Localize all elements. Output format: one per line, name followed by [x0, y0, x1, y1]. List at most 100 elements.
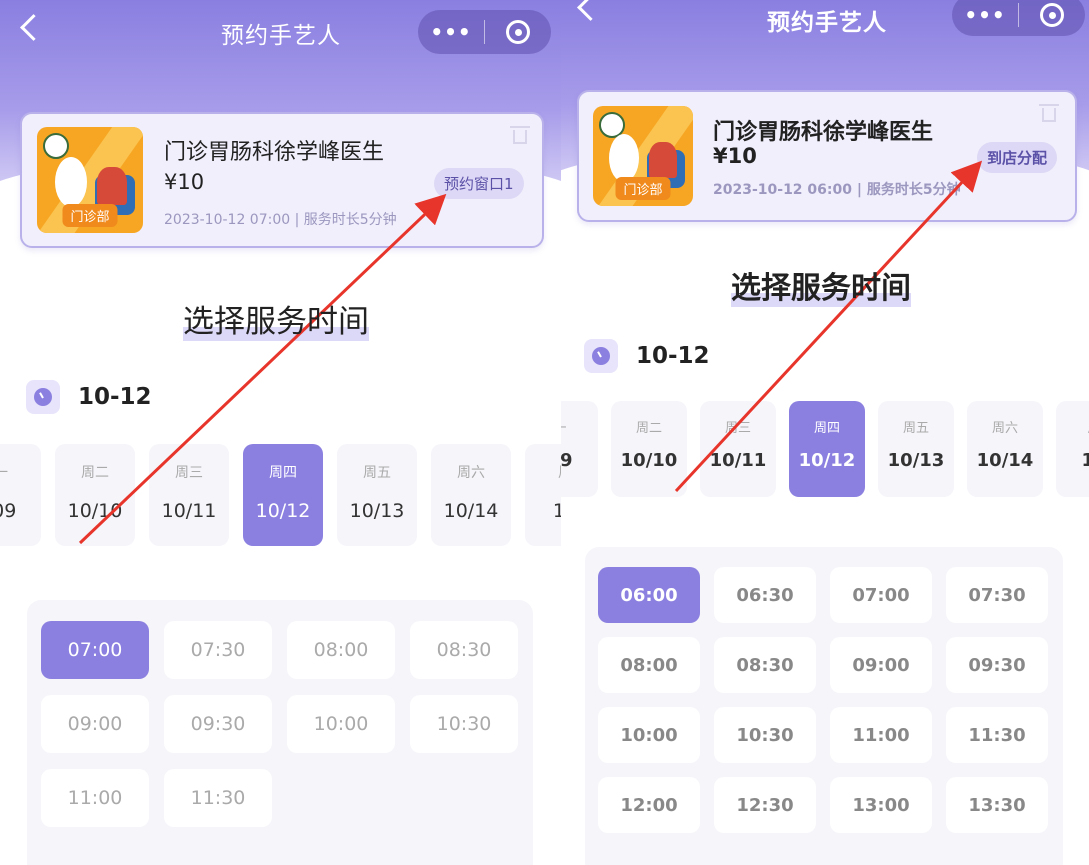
time-slot[interactable]: 08:00 [598, 637, 700, 693]
mini-program-capsule: ••• [418, 10, 551, 54]
time-slot[interactable]: 11:00 [830, 707, 932, 763]
time-slot[interactable]: 06:30 [714, 567, 816, 623]
day-weekday: 周五 [363, 465, 391, 481]
time-slot[interactable]: 09:30 [946, 637, 1048, 693]
screen-left: 预约手艺人 ••• 门诊部 门诊胃肠科徐学峰医生 ¥10 2023-10-12 … [0, 0, 561, 865]
day-date: 10 [552, 500, 561, 522]
day-1[interactable]: 周二 10/10 [611, 401, 687, 497]
close-program-icon[interactable] [1019, 3, 1085, 27]
time-slot[interactable]: 07:00 [41, 621, 149, 679]
time-slot[interactable]: 12:30 [714, 777, 816, 833]
time-slot[interactable]: 13:00 [830, 777, 932, 833]
clock-icon [584, 339, 618, 373]
hospital-logo [43, 133, 69, 159]
thumb-tag: 门诊部 [62, 204, 118, 227]
service-price: ¥10 [713, 144, 757, 168]
day-weekday: 一 [561, 417, 598, 436]
day-date: 10/14 [976, 450, 1034, 471]
time-slot[interactable]: 11:30 [164, 769, 272, 827]
day-2[interactable]: 周三 10/11 [700, 401, 776, 497]
time-slot[interactable]: 09:00 [830, 637, 932, 693]
service-thumbnail: 门诊部 [593, 106, 693, 206]
more-icon[interactable]: ••• [418, 20, 484, 44]
day-1[interactable]: 周二 10/10 [55, 444, 135, 546]
day-0[interactable]: 一 09 [561, 401, 598, 497]
service-card[interactable]: 门诊部 门诊胃肠科徐学峰医生 ¥10 2023-10-12 07:00 | 服务… [20, 112, 544, 248]
day-4[interactable]: 周五 10/13 [878, 401, 954, 497]
time-slot[interactable]: 08:30 [410, 621, 518, 679]
day-date: 10/11 [161, 500, 217, 522]
day-weekday: 周四 [813, 421, 840, 436]
date-row: 10-12 [584, 339, 710, 373]
nav-bar: 预约手艺人 ••• [0, 0, 561, 64]
time-slot[interactable]: 10:30 [714, 707, 816, 763]
time-slot[interactable]: 10:30 [410, 695, 518, 753]
day-date: 09 [561, 450, 573, 471]
day-3[interactable]: 周四 10/12 [789, 401, 865, 497]
more-icon[interactable]: ••• [952, 3, 1018, 27]
day-date: 10/14 [443, 500, 499, 522]
service-price: ¥10 [164, 170, 205, 194]
day-weekday: 周三 [724, 421, 751, 436]
service-card[interactable]: 门诊部 门诊胃肠科徐学峰医生 ¥10 2023-10-12 06:00 | 服务… [577, 90, 1077, 222]
time-slot[interactable]: 11:30 [946, 707, 1048, 763]
day-5[interactable]: 周六 10/14 [431, 444, 511, 546]
section-title: 选择服务时间 [731, 271, 911, 307]
time-slot[interactable]: 07:30 [164, 621, 272, 679]
section-title: 选择服务时间 [183, 304, 369, 341]
day-weekday: 周 [1056, 417, 1089, 436]
day-date: 10/13 [349, 500, 405, 522]
day-weekday: 周六 [457, 465, 485, 481]
service-meta: 2023-10-12 06:00 | 服务时长5分钟 [713, 182, 961, 198]
time-slot[interactable]: 13:30 [946, 777, 1048, 833]
thumb-tag: 门诊部 [615, 177, 671, 200]
time-slot[interactable]: 06:00 [598, 567, 700, 623]
day-5[interactable]: 周六 10/14 [967, 401, 1043, 497]
time-slot[interactable]: 10:00 [598, 707, 700, 763]
day-weekday: 周 [525, 462, 561, 482]
time-slot[interactable]: 11:00 [41, 769, 149, 827]
day-weekday: 周四 [269, 465, 297, 481]
service-meta: 2023-10-12 07:00 | 服务时长5分钟 [164, 212, 397, 228]
day-date: /09 [0, 500, 17, 522]
close-program-icon[interactable] [485, 20, 551, 44]
day-2[interactable]: 周三 10/11 [149, 444, 229, 546]
service-name: 门诊胃肠科徐学峰医生 [713, 120, 934, 145]
day-date: 10/13 [887, 450, 945, 471]
selected-date-label: 10-12 [78, 384, 152, 410]
day-6[interactable]: 周 10 [1056, 401, 1089, 497]
day-date: 10/10 [67, 500, 123, 522]
day-date: 10 [1081, 450, 1089, 471]
time-slot[interactable]: 08:30 [714, 637, 816, 693]
day-6[interactable]: 周 10 [525, 444, 561, 546]
back-icon[interactable] [577, 0, 604, 21]
day-date: 10/11 [709, 450, 767, 471]
assignment-badge: 到店分配 [977, 142, 1058, 173]
trash-icon[interactable] [1039, 104, 1059, 122]
booking-window-badge: 预约窗口1 [434, 168, 524, 199]
day-weekday: 周五 [902, 421, 929, 436]
time-slot[interactable]: 10:00 [287, 695, 395, 753]
day-0[interactable]: 一/09 [0, 444, 41, 546]
day-weekday: 周二 [81, 465, 109, 481]
day-weekday: 一 [0, 465, 8, 481]
service-name: 门诊胃肠科徐学峰医生 [164, 140, 385, 165]
time-slot[interactable]: 08:00 [287, 621, 395, 679]
clock-icon [26, 380, 60, 414]
nav-title: 预约手艺人 [767, 10, 887, 36]
day-3[interactable]: 周四 10/12 [243, 444, 323, 546]
back-icon[interactable] [20, 14, 47, 41]
day-weekday: 周三 [175, 465, 203, 481]
time-slot[interactable]: 09:30 [164, 695, 272, 753]
trash-icon[interactable] [510, 126, 530, 144]
mini-program-capsule: ••• [952, 0, 1085, 36]
time-slot[interactable]: 07:00 [830, 567, 932, 623]
time-slot[interactable]: 12:00 [598, 777, 700, 833]
time-slot[interactable]: 07:30 [946, 567, 1048, 623]
day-date: 10/12 [255, 500, 311, 522]
service-thumbnail: 门诊部 [37, 127, 143, 233]
day-4[interactable]: 周五 10/13 [337, 444, 417, 546]
time-slot[interactable]: 09:00 [41, 695, 149, 753]
nav-bar: 预约手艺人 ••• [561, 0, 1089, 64]
day-weekday: 周六 [991, 421, 1018, 436]
